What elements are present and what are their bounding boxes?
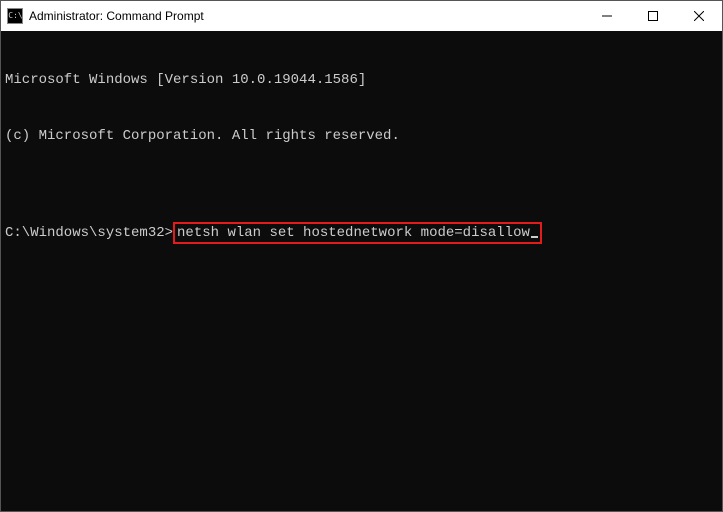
title-left: C:\ Administrator: Command Prompt: [7, 8, 204, 24]
window-controls: [584, 1, 722, 31]
close-button[interactable]: [676, 1, 722, 31]
command-prompt-window: C:\ Administrator: Command Prompt Micros…: [0, 0, 723, 512]
copyright-line: (c) Microsoft Corporation. All rights re…: [5, 127, 718, 146]
command-text: netsh wlan set hostednetwork mode=disall…: [177, 225, 530, 241]
text-cursor: [531, 236, 538, 238]
cmd-icon: C:\: [7, 8, 23, 24]
minimize-button[interactable]: [584, 1, 630, 31]
title-bar[interactable]: C:\ Administrator: Command Prompt: [1, 1, 722, 31]
maximize-icon: [648, 11, 658, 21]
version-line: Microsoft Windows [Version 10.0.19044.15…: [5, 71, 718, 90]
command-highlight: netsh wlan set hostednetwork mode=disall…: [173, 222, 542, 244]
window-title: Administrator: Command Prompt: [29, 9, 204, 23]
prompt-line: C:\Windows\system32>netsh wlan set hoste…: [5, 222, 718, 244]
maximize-button[interactable]: [630, 1, 676, 31]
prompt-text: C:\Windows\system32>: [5, 225, 173, 241]
close-icon: [694, 11, 704, 21]
terminal-area[interactable]: Microsoft Windows [Version 10.0.19044.15…: [1, 31, 722, 511]
minimize-icon: [602, 11, 612, 21]
